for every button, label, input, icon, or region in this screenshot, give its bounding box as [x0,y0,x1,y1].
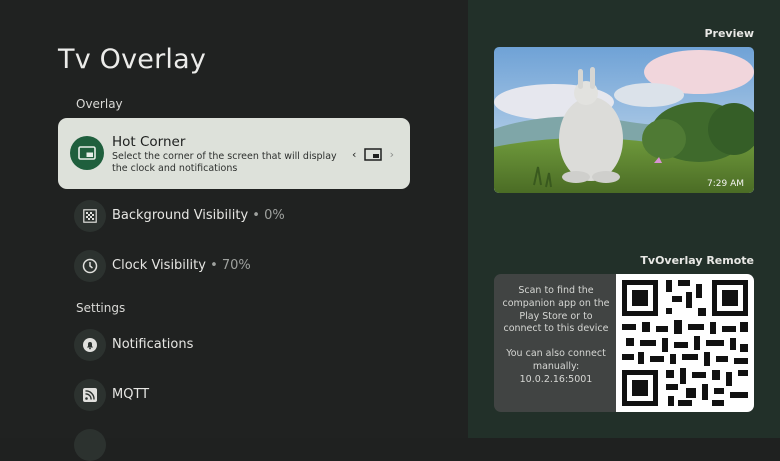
corner-position-icon [364,147,382,161]
hot-corner-title: Hot Corner [112,134,186,150]
remote-scan-text: Scan to find the companion app on the Pl… [502,285,610,335]
picture-in-picture-icon [70,136,104,170]
remote-instructions: Scan to find the companion app on the Pl… [500,285,612,387]
chevron-left-icon[interactable]: ‹ [352,148,356,161]
hot-corner-item[interactable]: Hot Corner Select the corner of the scre… [58,118,410,189]
notifications-label: Notifications [112,337,194,352]
page-title: Tv Overlay [58,44,207,75]
clock-icon [74,250,106,282]
bell-icon [74,329,106,361]
chevron-right-icon[interactable]: › [390,148,394,161]
hot-corner-description: Select the corner of the screen that wil… [112,151,337,174]
section-header-overlay: Overlay [76,97,123,111]
remote-label: TvOverlay Remote [640,254,754,267]
qr-code [616,274,754,412]
clock-visibility-value: • 70% [205,258,251,273]
overlay-preview-image: 7:29 AM [494,47,754,193]
remote-address: 10.0.2.16:5001 [519,373,593,385]
remote-manual-text: You can also connect manually: [506,348,606,372]
grid-pattern-icon [74,200,106,232]
rss-feed-icon [74,379,106,411]
corner-selector[interactable]: ‹ › [352,145,394,163]
section-header-settings: Settings [76,301,126,315]
preview-label: Preview [704,27,754,40]
mqtt-label: MQTT [112,387,150,402]
partial-list-icon [74,429,106,461]
preview-clock: 7:29 AM [707,179,744,189]
background-visibility-label: Background Visibility • 0% [112,208,285,223]
remote-card: Scan to find the companion app on the Pl… [494,274,754,412]
background-visibility-value: • 0% [248,208,285,223]
clock-visibility-label: Clock Visibility • 70% [112,258,251,273]
